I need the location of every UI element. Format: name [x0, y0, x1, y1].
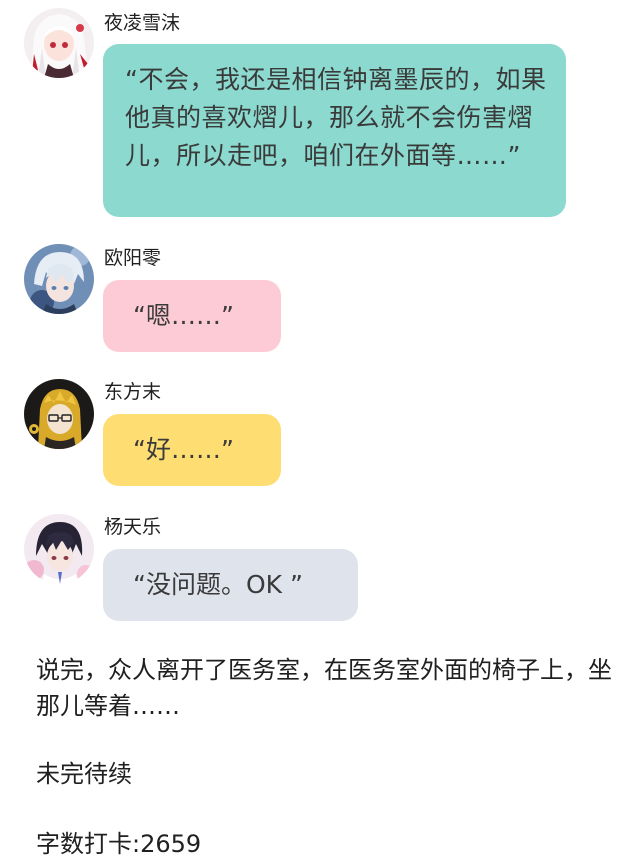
sender-name: 夜凌雪沫 — [104, 12, 181, 34]
boy-glasses-yellow-hair-avatar-icon[interactable] — [24, 379, 94, 449]
message-bubble: “不会，我还是相信钟离墨辰的，如果他真的喜欢熠儿，那么就不会伤害熠儿，所以走吧，… — [103, 44, 566, 217]
message-bubble: “嗯……” — [103, 280, 281, 352]
message-bubble: “没问题。OK ” — [103, 549, 358, 621]
narration-text: 说完，众人离开了医务室，在医务室外面的椅子上，坐那儿等着…… — [36, 656, 612, 720]
to-be-continued-text: 未完待续 — [36, 760, 132, 788]
sender-name: 杨天乐 — [104, 516, 162, 538]
sender-name: 欧阳零 — [104, 247, 162, 269]
sender-name: 东方末 — [104, 381, 162, 403]
word-count-text: 字数打卡:2659 — [36, 830, 202, 858]
message-bubble: “好……” — [103, 414, 281, 486]
boy-silver-hair-avatar-icon[interactable] — [24, 244, 94, 314]
boy-dark-hair-avatar-icon[interactable] — [24, 514, 94, 584]
girl-white-hair-avatar-icon[interactable] — [24, 8, 94, 78]
